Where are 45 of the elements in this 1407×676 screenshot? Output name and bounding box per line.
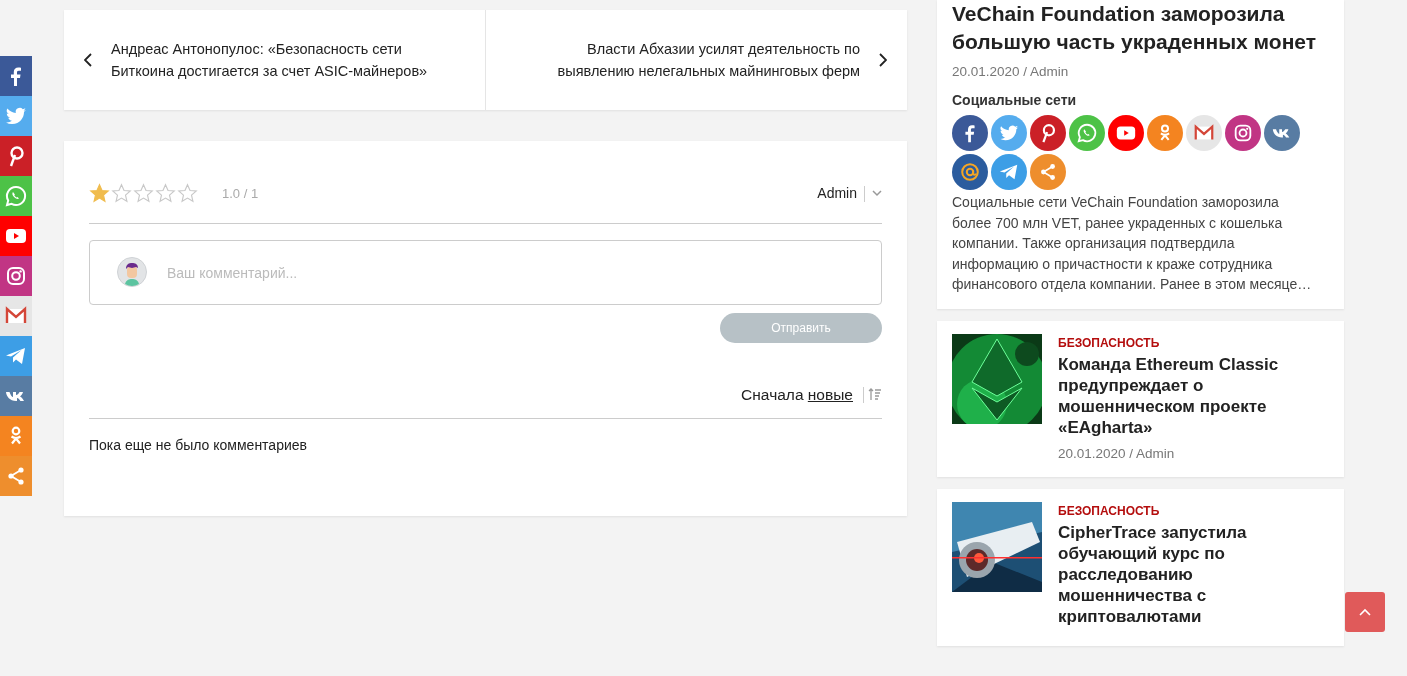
chevron-left-icon[interactable] [84,53,93,67]
category-link[interactable]: БЕЗОПАСНОСТЬ [1058,333,1329,352]
star-icon[interactable] [155,183,176,204]
author-menu[interactable]: Admin [817,183,857,204]
rating-score: 1.0 / 1 [222,184,259,203]
comment-field[interactable]: Ваш комментарий... [89,240,882,305]
instagram-icon[interactable] [0,256,32,296]
telegram-icon[interactable] [0,336,32,376]
previous-post-link[interactable]: Андреас Антонопулос: «Безопасность сети Биткоина достигается за счет ASIC-майнеров» [111,38,451,82]
star-icon[interactable] [89,183,110,204]
gmail-icon[interactable] [1186,115,1222,152]
vk-icon[interactable] [1264,115,1300,152]
chevron-up-icon[interactable] [1359,608,1371,616]
gmail-icon[interactable] [0,296,32,336]
facebook-icon[interactable] [0,56,32,96]
post-title[interactable]: Команда Ethereum Classic предупреждает о мошенническом проекте «EAgharta» [1058,353,1329,438]
odnoklassniki-icon[interactable] [0,416,32,456]
star-icon[interactable] [177,183,198,204]
odnoklassniki-icon[interactable] [1147,115,1183,152]
vk-icon[interactable] [0,376,32,416]
share-icon[interactable] [0,456,32,496]
whatsapp-icon[interactable] [1069,115,1105,152]
empty-comments-message: Пока еще не было комментариев [89,436,308,456]
post-title[interactable]: CipherTrace запустила обучающий курс по расследованию мошенничества с криптовалютами [1058,522,1329,627]
youtube-icon[interactable] [1108,115,1144,152]
youtube-icon[interactable] [0,216,32,256]
telegram-icon[interactable] [991,154,1027,191]
star-icon[interactable] [133,183,154,204]
next-post-link[interactable]: Власти Абхазии усилят деятельность по выявлению нелегальных майнинговых ферм [520,38,860,82]
post-meta: 20.01.2020 / Admin [1058,444,1176,463]
article-excerpt: Социальные сети VeChain Foundation заморозила более 700 млн VET, ранее украденных с кошелька компании. Также организация подтвердила информацию о причастности к краже сотрудника финансового отдела компании. Ранее в этом месяце… [952,193,1312,295]
facebook-icon[interactable] [952,115,988,152]
mailru-icon[interactable] [952,154,988,191]
chevron-right-icon[interactable] [878,53,887,67]
chevron-down-icon[interactable] [872,190,882,197]
whatsapp-icon[interactable] [0,176,32,216]
share-heading: Социальные сети [952,91,1078,111]
sort-order-label[interactable]: Сначала новые [741,383,853,407]
sort-icon[interactable] [868,388,882,402]
article-title[interactable]: VeChain Foundation заморозила большую часть украденных монет [952,0,1329,56]
category-link[interactable]: БЕЗОПАСНОСТЬ [1058,502,1329,520]
article-meta: 20.01.2020 / Admin [952,63,1070,81]
instagram-icon[interactable] [1225,115,1261,152]
star-icon[interactable] [111,183,132,204]
share-icon[interactable] [1030,154,1066,191]
